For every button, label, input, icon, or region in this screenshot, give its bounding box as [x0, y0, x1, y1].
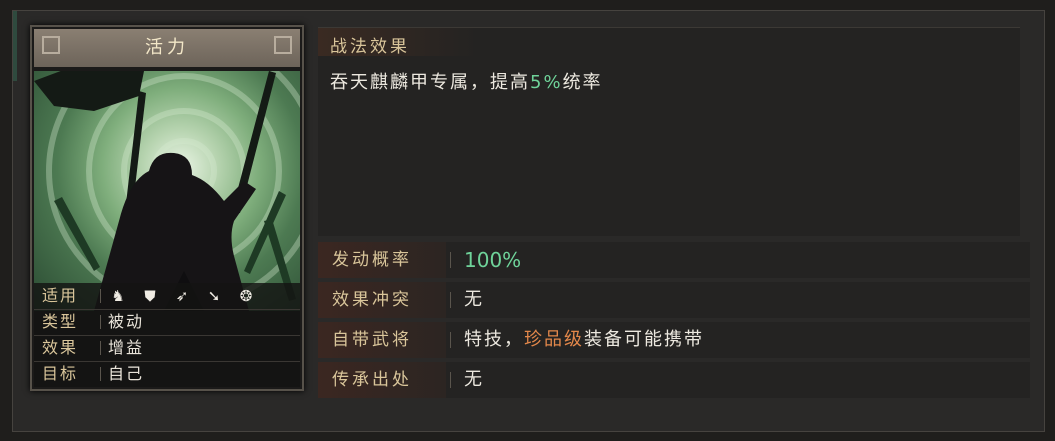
prop-row-conflict: 效果冲突 无	[318, 282, 1030, 318]
prop-label: 发动概率	[332, 250, 412, 270]
prop-value: 无	[464, 369, 484, 390]
prop-row-own-general: 自带武将 特技，珍品级装备可能携带	[318, 322, 1030, 358]
prop-label: 自带武将	[332, 330, 412, 350]
spear-icon: ➘	[207, 287, 221, 305]
prop-divider	[450, 372, 451, 388]
warrior-silhouette-art	[34, 71, 300, 311]
prop-row-trigger-rate: 发动概率 100%	[318, 242, 1030, 278]
prop-label: 传承出处	[332, 370, 412, 390]
archer-icon: ➶	[175, 287, 189, 305]
cavalry-icon: ♞	[111, 287, 125, 305]
prop-value: 特技，珍品级装备可能携带	[464, 322, 704, 358]
effect-desc-text: 吞天麒麟甲专属，提高	[330, 72, 530, 93]
info-row-type: 类型 被动	[34, 309, 300, 336]
info-divider	[100, 367, 101, 381]
effect-description: 吞天麒麟甲专属，提高5%统率	[330, 68, 603, 94]
info-divider	[100, 289, 101, 303]
info-label: 目标	[42, 364, 79, 383]
info-row-target: 目标 自己	[34, 361, 300, 387]
info-row-effect: 效果 增益	[34, 335, 300, 362]
info-value: 被动	[108, 312, 145, 331]
prop-value-text-end: 装备可能携带	[584, 329, 704, 350]
prop-value-text: 特技，	[464, 329, 524, 350]
card-title: 活力	[145, 37, 189, 58]
prop-divider	[450, 332, 451, 348]
prop-divider	[450, 292, 451, 308]
info-value: 自己	[108, 364, 145, 383]
shield-infantry-icon: ⛊	[144, 287, 156, 305]
rarity-highlight: 珍品级	[524, 329, 584, 350]
info-label: 类型	[42, 312, 79, 331]
prop-value: 100%	[464, 248, 522, 272]
info-value: 增益	[108, 338, 145, 357]
info-label: 效果	[42, 338, 79, 357]
info-row-applicable: 适用 ♞ ⛊ ➶ ➘ ❂	[34, 283, 300, 310]
effect-desc-text-end: 统率	[562, 72, 603, 93]
info-divider	[100, 315, 101, 329]
info-divider	[100, 341, 101, 355]
prop-label: 效果冲突	[332, 290, 412, 310]
info-label: 适用	[42, 286, 79, 305]
skill-artwork	[34, 71, 300, 311]
prop-divider	[450, 252, 451, 268]
siege-wheel-icon: ❂	[239, 287, 253, 305]
prop-value: 无	[464, 289, 484, 310]
card-header: 活力	[34, 29, 300, 67]
card-info-table: 适用 ♞ ⛊ ➶ ➘ ❂ 类型 被动 效果 增益 目标 自己	[34, 283, 300, 387]
effect-desc-value: 5%	[530, 72, 563, 93]
skill-card: 活力 适用 ♞ ⛊ ➶ ➘ ❂ 类型 被动 效果 增益 目标 自己	[30, 25, 304, 391]
prop-row-inheritance: 传承出处 无	[318, 362, 1030, 398]
effect-title: 战法效果	[330, 37, 410, 57]
skill-effect-box: 战法效果 吞天麒麟甲专属，提高5%统率	[318, 27, 1020, 236]
panel-edge-accent	[13, 11, 17, 81]
